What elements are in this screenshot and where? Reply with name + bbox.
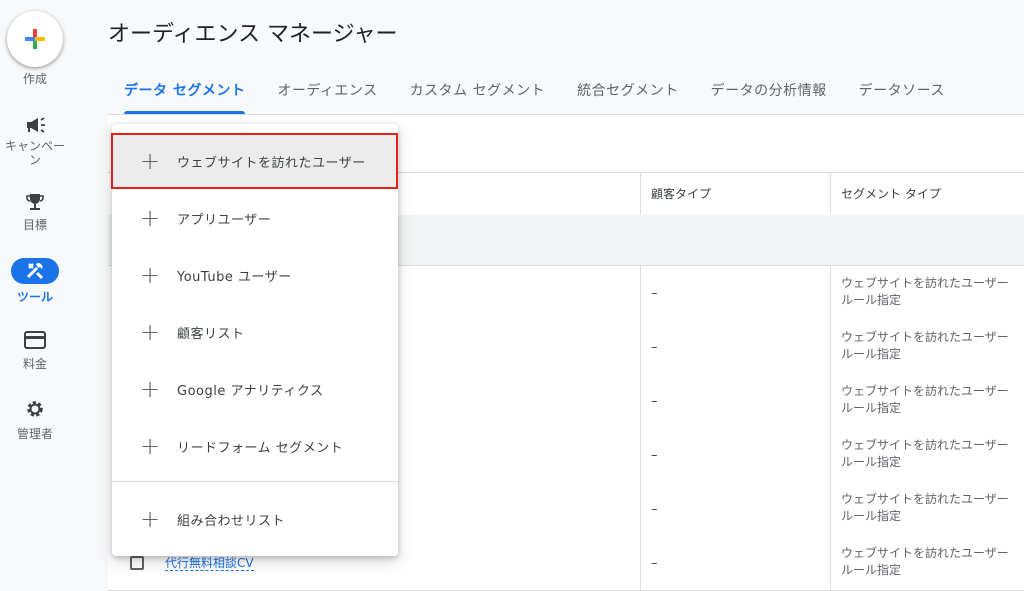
segment-type-text: ウェブサイトを訪れたユーザー — [841, 384, 1009, 398]
segment-type-text: ウェブサイトを訪れたユーザー — [841, 330, 1009, 344]
menu-item-app-users[interactable]: + アプリユーザー — [112, 190, 398, 246]
create-label: 作成 — [22, 72, 47, 86]
segment-type-text: ウェブサイトを訪れたユーザー — [841, 492, 1009, 506]
menu-item-customer-list[interactable]: + 顧客リスト — [112, 304, 398, 360]
trophy-icon — [26, 194, 44, 210]
megaphone-icon — [27, 117, 45, 133]
plus-icon: + — [139, 261, 161, 289]
admin-label: 管理者 — [16, 427, 53, 441]
menu-item-label: Google アナリティクス — [177, 383, 324, 399]
segment-type-cell: ウェブサイトを訪れたユーザー ルール指定 — [830, 428, 1024, 482]
menu-item-google-analytics[interactable]: + Google アナリティクス — [112, 361, 398, 417]
tools-nav-item[interactable]: ツール — [0, 258, 70, 304]
customer-type-cell: – — [640, 482, 830, 536]
highlight-annotation-box — [111, 133, 398, 189]
campaign-nav-item[interactable]: キャンペーン — [0, 115, 70, 167]
segment-type-text: ウェブサイトを訪れたユーザー — [841, 438, 1009, 452]
goals-nav-item[interactable]: 目標 — [0, 192, 70, 232]
menu-item-combined-list[interactable]: + 組み合わせリスト — [112, 491, 398, 547]
segment-type-cell: ウェブサイトを訪れたユーザー ルール指定 — [830, 320, 1024, 374]
menu-item-label: 顧客リスト — [177, 326, 245, 342]
goals-label: 目標 — [22, 218, 47, 232]
customer-type-cell: – — [640, 536, 830, 590]
segment-type-cell: ウェブサイトを訪れたユーザー ルール指定 — [830, 374, 1024, 428]
admin-nav-item[interactable]: 管理者 — [0, 399, 70, 441]
segment-subtype-text: ルール指定 — [841, 401, 902, 415]
segment-subtype-text: ルール指定 — [841, 563, 902, 577]
menu-item-youtube-users[interactable]: + YouTube ユーザー — [112, 247, 398, 303]
campaign-label: キャンペーン — [4, 139, 65, 167]
segment-subtype-text: ルール指定 — [841, 293, 902, 307]
segment-subtype-text: ルール指定 — [841, 455, 902, 469]
segment-subtype-text: ルール指定 — [841, 509, 902, 523]
menu-item-label: 組み合わせリスト — [177, 513, 286, 529]
customer-type-cell: – — [640, 266, 830, 320]
menu-divider — [112, 481, 398, 482]
segment-name-link[interactable]: 代行無料相談CV — [165, 556, 254, 571]
plus-icon: + — [139, 318, 161, 346]
tab-data-segments[interactable]: データ セグメント — [108, 70, 261, 114]
menu-item-label: リードフォーム セグメント — [177, 440, 344, 456]
tools-active-indicator — [11, 258, 59, 284]
gear-icon — [27, 401, 43, 417]
segment-type-cell: ウェブサイトを訪れたユーザー ルール指定 — [830, 482, 1024, 536]
tab-custom-segments[interactable]: カスタム セグメント — [394, 70, 561, 114]
tools-label: ツール — [16, 290, 53, 304]
menu-item-label: アプリユーザー — [177, 212, 272, 228]
tab-bar: データ セグメント オーディエンス カスタム セグメント 統合セグメント データ… — [108, 70, 961, 114]
tab-audiences[interactable]: オーディエンス — [261, 70, 393, 114]
left-nav-rail: 作成 キャンペーン 目標 ツール 料金 管理者 — [0, 0, 70, 585]
billing-label: 料金 — [22, 357, 47, 371]
tab-data-insights[interactable]: データの分析情報 — [695, 70, 843, 114]
page-title: オーディエンス マネージャー — [108, 22, 398, 47]
plus-icon — [25, 29, 45, 49]
customer-type-cell: – — [640, 374, 830, 428]
tab-data-sources[interactable]: データソース — [843, 70, 961, 114]
create-button[interactable] — [7, 11, 63, 67]
create-nav-item[interactable]: 作成 — [0, 72, 70, 86]
segment-type-text: ウェブサイトを訪れたユーザー — [841, 276, 1009, 290]
row-checkbox[interactable] — [130, 556, 144, 570]
segment-type-text: ウェブサイトを訪れたユーザー — [841, 546, 1009, 560]
column-header-customer-type[interactable]: 顧客タイプ — [640, 173, 830, 215]
column-header-segment-type[interactable]: セグメント タイプ — [830, 173, 1024, 215]
menu-item-label: YouTube ユーザー — [177, 269, 292, 285]
plus-icon: + — [139, 204, 161, 232]
billing-nav-item[interactable]: 料金 — [0, 331, 70, 371]
plus-icon: + — [139, 505, 161, 533]
customer-type-cell: – — [640, 428, 830, 482]
segment-type-cell: ウェブサイトを訪れたユーザー ルール指定 — [830, 536, 1024, 590]
credit-card-icon — [24, 331, 46, 349]
plus-icon: + — [139, 432, 161, 460]
tab-combined-segments[interactable]: 統合セグメント — [561, 70, 695, 114]
tools-icon — [26, 263, 44, 280]
menu-item-lead-form-segment[interactable]: + リードフォーム セグメント — [112, 418, 398, 474]
segment-type-cell: ウェブサイトを訪れたユーザー ルール指定 — [830, 266, 1024, 320]
customer-type-cell: – — [640, 320, 830, 374]
plus-icon: + — [139, 375, 161, 403]
segment-subtype-text: ルール指定 — [841, 347, 902, 361]
